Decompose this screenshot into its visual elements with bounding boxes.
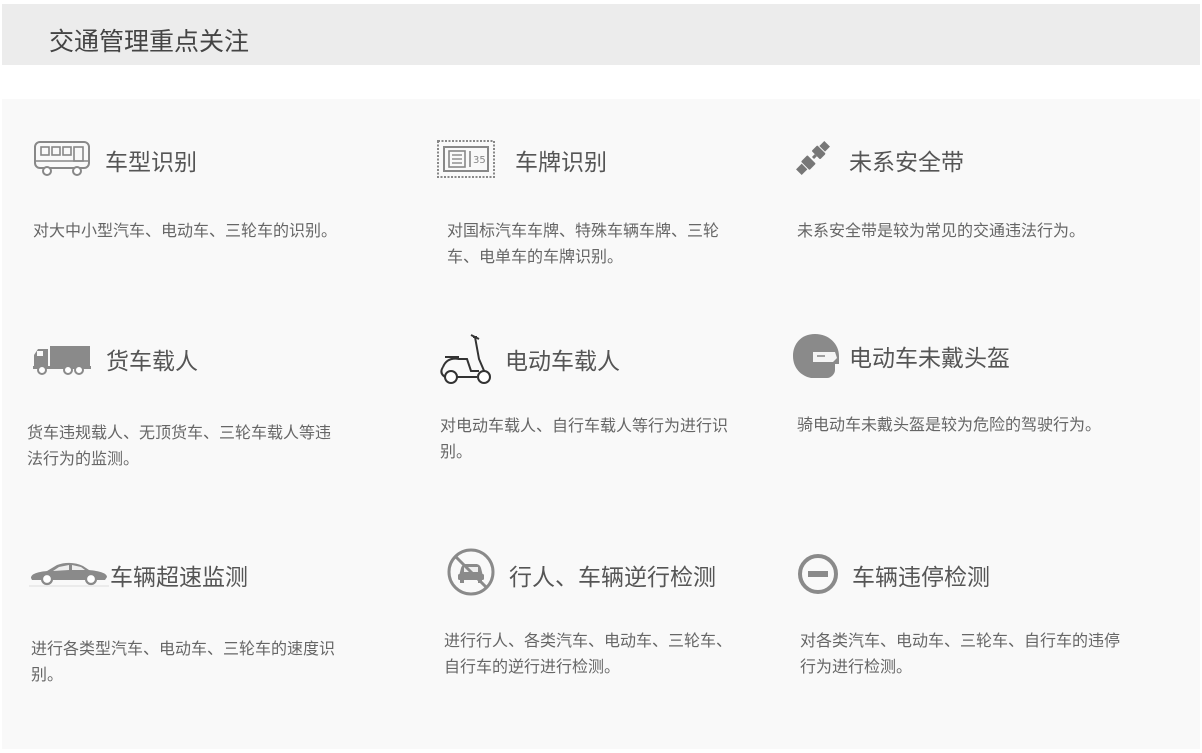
feature-description: 未系安全带是较为常见的交通违法行为。 [797,221,1086,240]
feature-title: 行人、车辆逆行检测 [509,565,716,591]
feature-title: 车牌识别 [515,150,607,176]
page-title: 交通管理重点关注 [49,27,250,56]
helmet-icon [791,332,841,380]
feature-title: 电动车未戴头盔 [849,346,1010,372]
feature-title: 车辆超速监测 [110,565,248,591]
license-plate-icon: 35 [437,140,495,178]
scooter-icon [437,333,495,387]
feature-description: 货车违规载人、无顶货车、三轮车载人等违法行为的监测。 [27,423,332,468]
truck-icon [32,343,92,375]
bus-icon [33,139,91,179]
feature-title: 电动车载人 [505,349,620,375]
feature-description: 对各类汽车、电动车、三轮车、自行车的违停行为进行检测。 [800,631,1121,676]
speeding-car-icon [29,560,109,588]
svg-text:35: 35 [473,155,486,166]
seatbelt-icon [795,138,831,178]
page-header: 交通管理重点关注 [2,4,1200,65]
feature-description: 对大中小型汽车、电动车、三轮车的识别。 [33,221,338,240]
feature-description: 对国标汽车车牌、特殊车辆车牌、三轮车、电单车的车牌识别。 [447,221,720,266]
feature-description: 骑电动车未戴头盔是较为危险的驾驶行为。 [797,415,1102,434]
feature-description: 对电动车载人、自行车载人等行为进行识别。 [440,416,729,461]
feature-title: 未系安全带 [849,150,964,176]
no-car-icon [446,548,496,596]
no-entry-icon [796,552,840,596]
feature-title: 货车载人 [106,349,198,375]
feature-title: 车辆违停检测 [852,565,990,591]
feature-description: 进行行人、各类汽车、电动车、三轮车、自行车的逆行进行检测。 [444,631,733,676]
feature-description: 进行各类型汽车、电动车、三轮车的速度识别。 [31,639,336,684]
feature-title: 车型识别 [105,150,197,176]
